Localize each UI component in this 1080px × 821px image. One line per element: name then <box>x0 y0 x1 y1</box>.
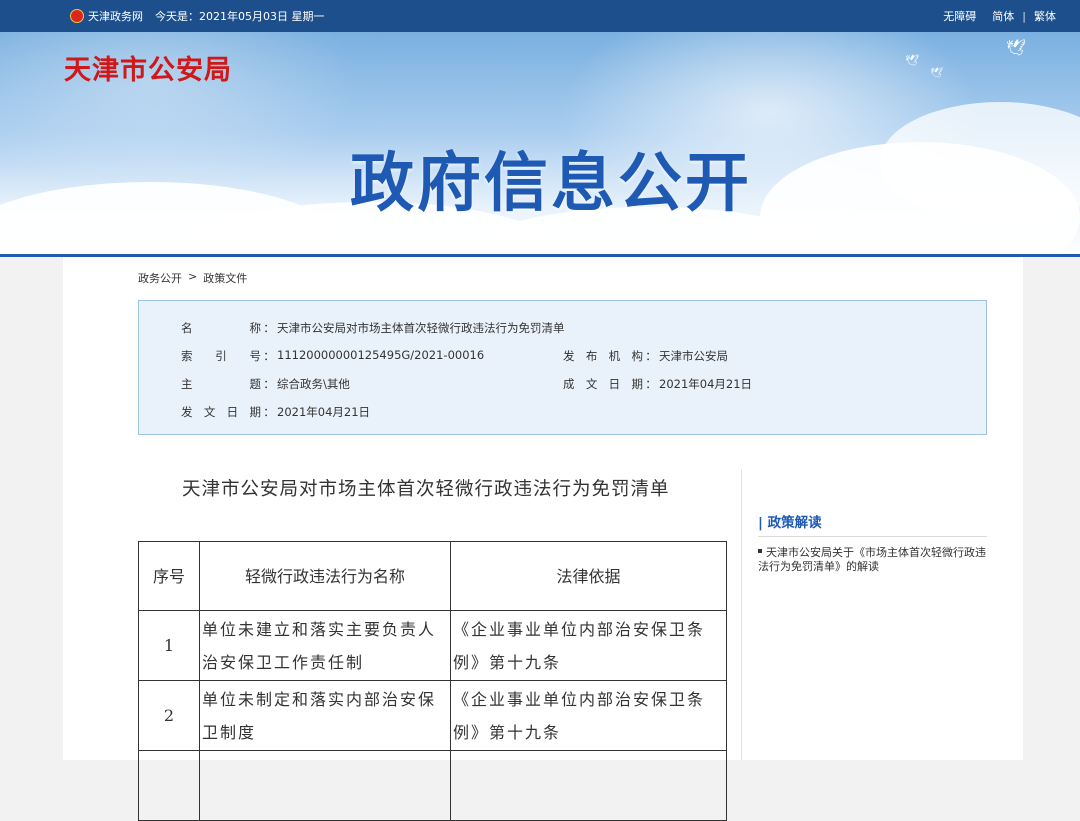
info-label-subject: 主题 <box>181 377 261 391</box>
info-label-created: 成文日期 <box>563 377 643 391</box>
penalty-exemption-table: 序号 轻微行政违法行为名称 法律依据 1 单位未建立和落实主要负责人 治安保卫工… <box>138 541 727 821</box>
site-link[interactable]: 天津政务网 <box>70 8 143 24</box>
table-row-partial <box>138 750 727 821</box>
table-header-violation: 轻微行政违法行为名称 <box>199 541 451 611</box>
row-violation-line: 卫制度 <box>202 722 257 742</box>
breadcrumb-separator: > <box>188 270 198 283</box>
lang-separator: | <box>1022 9 1026 23</box>
row-violation-line: 单位未制定和落实内部治安保 <box>202 689 437 709</box>
row-basis-line: 例》第十九条 <box>453 652 562 672</box>
traditional-chinese-link[interactable]: 繁体 <box>1034 8 1056 24</box>
info-value-created: 2021年04月21日 <box>659 377 753 391</box>
breadcrumb-item-gov-affairs[interactable]: 政务公开 <box>138 270 182 286</box>
main-content: 政务公开 > 政策文件 名称 ： 天津市公安局对市场主体首次轻微行政违法行为免罚… <box>63 257 1023 821</box>
table-header-legal-basis: 法律依据 <box>450 541 727 611</box>
info-colon: ： <box>645 377 657 391</box>
row-violation: 单位未建立和落实主要负责人 治安保卫工作责任制 <box>199 610 451 681</box>
info-label-issuer: 发布机构 <box>563 349 643 363</box>
info-row-subject: 主题 ： 综合政务\其他 <box>181 376 350 392</box>
bullet-icon <box>758 549 762 553</box>
accessibility-link[interactable]: 无障碍 <box>943 8 976 24</box>
row-violation-line: 单位未建立和落实主要负责人 <box>202 619 437 639</box>
info-row-created: 成文日期 ： 2021年04月21日 <box>563 376 752 392</box>
sidebar-divider <box>758 536 987 537</box>
national-emblem-icon <box>70 9 84 23</box>
row-violation: 单位未制定和落实内部治安保 卫制度 <box>199 680 451 751</box>
info-value-name: 天津市公安局对市场主体首次轻微行政违法行为免罚清单 <box>277 321 565 335</box>
table-row: 1 单位未建立和落实主要负责人 治安保卫工作责任制 《企业事业单位内部治安保卫条… <box>138 610 727 681</box>
row-number: 1 <box>138 610 200 681</box>
info-label-name: 名称 <box>181 321 261 335</box>
info-row-index: 索引号 ： 11120000000125495G/2021-00016 <box>181 348 484 364</box>
top-bar: 天津政务网 今天是：2021年05月03日 星期一 无障碍 简体 | 繁体 <box>0 0 1080 32</box>
info-colon: ： <box>263 321 275 335</box>
row-basis-line: 例》第十九条 <box>453 722 562 742</box>
info-colon: ： <box>263 349 275 363</box>
date-text: 今天是：2021年05月03日 星期一 <box>155 10 325 23</box>
row-legal-basis <box>450 750 727 821</box>
row-violation-line: 治安保卫工作责任制 <box>202 652 365 672</box>
table-header-row: 序号 轻微行政违法行为名称 法律依据 <box>138 541 727 611</box>
info-row-name: 名称 ： 天津市公安局对市场主体首次轻微行政违法行为免罚清单 <box>181 320 565 336</box>
info-value-published: 2021年04月21日 <box>277 405 371 419</box>
column-divider <box>741 469 742 760</box>
info-row-published: 发文日期 ： 2021年04月21日 <box>181 404 370 420</box>
document-title: 天津市公安局对市场主体首次轻微行政违法行为免罚清单 <box>182 479 670 500</box>
breadcrumb-item-policy-docs[interactable]: 政策文件 <box>203 270 247 286</box>
info-row-issuer: 发布机构 ： 天津市公安局 <box>563 348 728 364</box>
document-info-box: 名称 ： 天津市公安局对市场主体首次轻微行政违法行为免罚清单 索引号 ： 111… <box>138 300 987 435</box>
table-row: 2 单位未制定和落实内部治安保 卫制度 《企业事业单位内部治安保卫条 例》第十九… <box>138 680 727 751</box>
row-violation <box>199 750 451 821</box>
table-header-no: 序号 <box>138 541 200 611</box>
banner-title: 政府信息公开 <box>350 147 752 221</box>
row-basis-line: 《企业事业单位内部治安保卫条 <box>453 619 706 639</box>
policy-interpretation-link[interactable]: 天津市公安局关于《市场主体首次轻微行政违法行为免罚清单》的解读 <box>758 546 990 574</box>
row-number <box>138 750 200 821</box>
info-value-subject: 综合政务\其他 <box>277 377 350 391</box>
bird-icon: 🕊 <box>1006 38 1027 57</box>
simplified-chinese-link[interactable]: 简体 <box>992 8 1014 24</box>
breadcrumb: 政务公开 > 政策文件 <box>138 270 247 286</box>
row-basis-line: 《企业事业单位内部治安保卫条 <box>453 689 706 709</box>
policy-interpretation-heading: | 政策解读 <box>758 515 822 531</box>
info-colon: ： <box>263 405 275 419</box>
site-name: 天津政务网 <box>88 10 143 23</box>
row-number: 2 <box>138 680 200 751</box>
bird-icon: 🕊 <box>905 54 919 67</box>
row-legal-basis: 《企业事业单位内部治安保卫条 例》第十九条 <box>450 680 727 751</box>
info-value-index: 11120000000125495G/2021-00016 <box>277 348 485 362</box>
header-banner: 🕊 🕊 🕊 天津市公安局 政府信息公开 <box>0 32 1080 254</box>
bird-icon: 🕊 <box>930 68 943 79</box>
info-colon: ： <box>263 377 275 391</box>
info-value-issuer: 天津市公安局 <box>659 349 728 363</box>
row-legal-basis: 《企业事业单位内部治安保卫条 例》第十九条 <box>450 610 727 681</box>
info-colon: ： <box>645 349 657 363</box>
info-label-index: 索引号 <box>181 349 261 363</box>
agency-logo-text[interactable]: 天津市公安局 <box>64 48 232 87</box>
policy-interpretation-text: 天津市公安局关于《市场主体首次轻微行政违法行为免罚清单》的解读 <box>758 546 986 573</box>
info-label-published: 发文日期 <box>181 405 261 419</box>
